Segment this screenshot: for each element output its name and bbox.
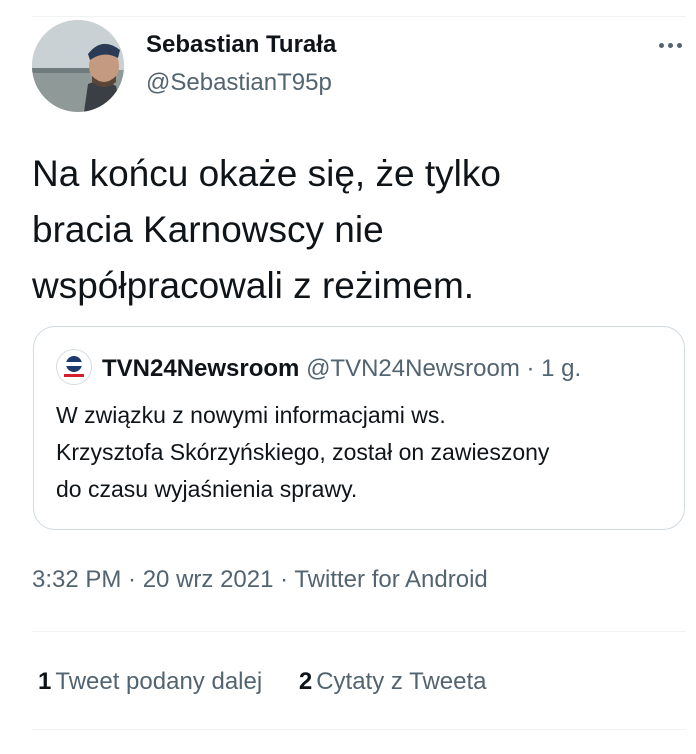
quotes-count: 2 — [298, 668, 313, 695]
quoted-line: Krzysztofa Skórzyńskiego, został on zawi… — [56, 439, 550, 465]
tweet-timestamp-source[interactable]: 3:32 PM · 20 wrz 2021 · Twitter for Andr… — [32, 566, 488, 594]
author-handle[interactable]: @SebastianT95p — [146, 69, 332, 97]
tvn24-logo-icon[interactable] — [56, 349, 92, 385]
author-name[interactable]: Sebastian Turała — [146, 31, 336, 59]
top-divider — [32, 16, 686, 17]
retweets-stat[interactable]: 1 Tweet podany dalej — [38, 668, 262, 696]
quoted-tweet-card[interactable]: TVN24Newsroom @TVN24Newsroom · 1 g. W zw… — [33, 326, 685, 530]
more-dot — [676, 42, 682, 48]
retweets-count: 1 — [38, 668, 52, 695]
tweet-stats: 1 Tweet podany dalej 2 Cytaty z Tweeta — [38, 668, 517, 696]
divider — [32, 729, 686, 730]
quoted-header: TVN24Newsroom @TVN24Newsroom · 1 g. — [102, 354, 581, 384]
more-icon[interactable] — [650, 30, 690, 60]
tweet-line: Na końcu okaże się, że tylko — [32, 153, 501, 194]
tweet-line: współpracowali z reżimem. — [32, 265, 475, 306]
quoted-line: W związku z nowymi informacjami ws. — [56, 402, 446, 428]
more-dot — [667, 42, 673, 48]
quoted-name[interactable]: TVN24Newsroom — [102, 355, 299, 382]
quoted-line: do czasu wyjaśnienia sprawy. — [56, 476, 358, 502]
quoted-handle[interactable]: @TVN24Newsroom — [306, 355, 520, 382]
retweets-label: Tweet podany dalej — [55, 668, 263, 695]
tvn24-logo-graphic — [64, 356, 84, 377]
quotes-label: Cytaty z Tweeta — [316, 668, 487, 695]
quoted-separator: · — [526, 355, 535, 382]
more-dot — [658, 42, 664, 48]
author-avatar[interactable] — [32, 20, 124, 112]
divider — [32, 631, 686, 632]
quotes-stat[interactable]: 2 Cytaty z Tweeta — [299, 668, 487, 696]
quoted-text: W związku z nowymi informacjami ws. Krzy… — [56, 397, 676, 508]
tweet-text: Na końcu okaże się, że tylko bracia Karn… — [32, 146, 672, 314]
avatar-photo — [32, 20, 124, 112]
tweet-line: bracia Karnowscy nie — [32, 209, 384, 250]
quoted-time[interactable]: 1 g. — [541, 355, 581, 382]
